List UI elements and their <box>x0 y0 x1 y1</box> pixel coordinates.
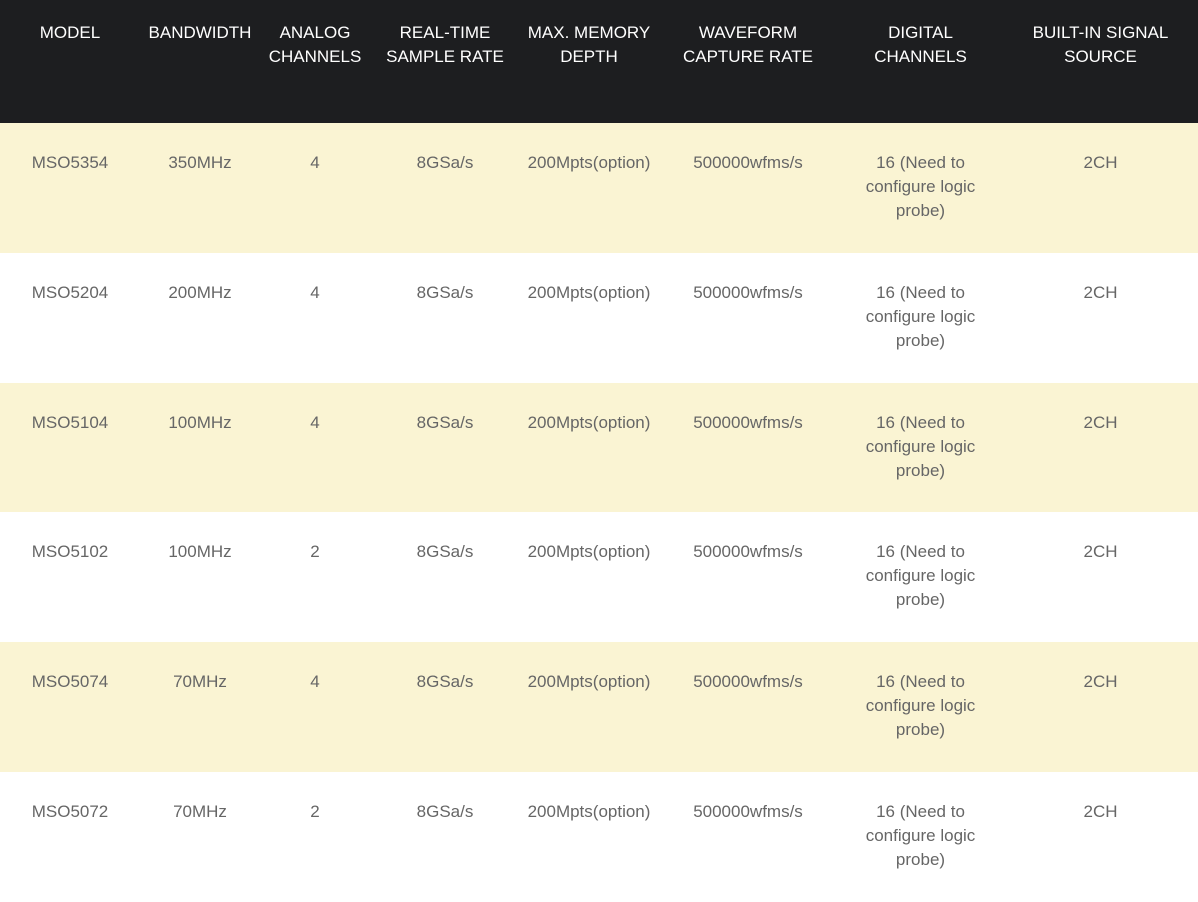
cell-sample-rate: 8GSa/s <box>370 512 520 643</box>
table-row: MSO5072 70MHz 2 8GSa/s 200Mpts(option) 5… <box>0 771 1198 902</box>
cell-analog-channels: 2 <box>260 512 370 643</box>
cell-signal-source: 2CH <box>1003 123 1198 253</box>
cell-sample-rate: 8GSa/s <box>370 771 520 902</box>
cell-digital-channels: 16 (Need to configure logic probe) <box>838 382 1003 513</box>
table-row: MSO5204 200MHz 4 8GSa/s 200Mpts(option) … <box>0 252 1198 383</box>
header-analog-channels: ANALOG CHANNELS <box>260 0 370 123</box>
cell-model: MSO5354 <box>0 123 140 253</box>
cell-digital-channels: 16 (Need to configure logic probe) <box>838 642 1003 772</box>
cell-signal-source: 2CH <box>1003 382 1198 513</box>
cell-analog-channels: 4 <box>260 252 370 383</box>
cell-sample-rate: 8GSa/s <box>370 382 520 513</box>
cell-capture-rate: 500000wfms/s <box>658 642 838 772</box>
cell-sample-rate: 8GSa/s <box>370 642 520 772</box>
cell-bandwidth: 70MHz <box>140 642 260 772</box>
cell-bandwidth: 200MHz <box>140 252 260 383</box>
cell-model: MSO5102 <box>0 512 140 643</box>
cell-bandwidth: 350MHz <box>140 123 260 253</box>
cell-bandwidth: 100MHz <box>140 512 260 643</box>
cell-model: MSO5074 <box>0 642 140 772</box>
cell-sample-rate: 8GSa/s <box>370 252 520 383</box>
cell-model: MSO5104 <box>0 382 140 513</box>
cell-digital-channels: 16 (Need to configure logic probe) <box>838 252 1003 383</box>
cell-digital-channels: 16 (Need to configure logic probe) <box>838 512 1003 643</box>
cell-analog-channels: 4 <box>260 382 370 513</box>
cell-memory-depth: 200Mpts(option) <box>520 382 658 513</box>
cell-capture-rate: 500000wfms/s <box>658 252 838 383</box>
cell-memory-depth: 200Mpts(option) <box>520 771 658 902</box>
cell-capture-rate: 500000wfms/s <box>658 382 838 513</box>
cell-capture-rate: 500000wfms/s <box>658 771 838 902</box>
spec-comparison-table: MODEL BANDWIDTH ANALOG CHANNELS REAL-TIM… <box>0 0 1198 902</box>
cell-analog-channels: 4 <box>260 642 370 772</box>
cell-signal-source: 2CH <box>1003 771 1198 902</box>
table-header: MODEL BANDWIDTH ANALOG CHANNELS REAL-TIM… <box>0 0 1198 123</box>
header-memory-depth: MAX. MEMORY DEPTH <box>520 0 658 123</box>
cell-analog-channels: 4 <box>260 123 370 253</box>
cell-digital-channels: 16 (Need to configure logic probe) <box>838 123 1003 253</box>
cell-bandwidth: 100MHz <box>140 382 260 513</box>
table-row: MSO5354 350MHz 4 8GSa/s 200Mpts(option) … <box>0 123 1198 253</box>
cell-bandwidth: 70MHz <box>140 771 260 902</box>
cell-capture-rate: 500000wfms/s <box>658 512 838 643</box>
cell-analog-channels: 2 <box>260 771 370 902</box>
cell-memory-depth: 200Mpts(option) <box>520 512 658 643</box>
cell-signal-source: 2CH <box>1003 252 1198 383</box>
table-row: MSO5074 70MHz 4 8GSa/s 200Mpts(option) 5… <box>0 642 1198 772</box>
header-row: MODEL BANDWIDTH ANALOG CHANNELS REAL-TIM… <box>0 0 1198 123</box>
cell-memory-depth: 200Mpts(option) <box>520 123 658 253</box>
header-signal-source: BUILT-IN SIGNAL SOURCE <box>1003 0 1198 123</box>
cell-memory-depth: 200Mpts(option) <box>520 252 658 383</box>
cell-signal-source: 2CH <box>1003 642 1198 772</box>
cell-digital-channels: 16 (Need to configure logic probe) <box>838 771 1003 902</box>
cell-memory-depth: 200Mpts(option) <box>520 642 658 772</box>
table-body: MSO5354 350MHz 4 8GSa/s 200Mpts(option) … <box>0 123 1198 902</box>
cell-model: MSO5204 <box>0 252 140 383</box>
cell-signal-source: 2CH <box>1003 512 1198 643</box>
table-row: MSO5102 100MHz 2 8GSa/s 200Mpts(option) … <box>0 512 1198 643</box>
header-model: MODEL <box>0 0 140 123</box>
header-capture-rate: WAVEFORM CAPTURE RATE <box>658 0 838 123</box>
cell-sample-rate: 8GSa/s <box>370 123 520 253</box>
table-row: MSO5104 100MHz 4 8GSa/s 200Mpts(option) … <box>0 382 1198 513</box>
header-sample-rate: REAL-TIME SAMPLE RATE <box>370 0 520 123</box>
header-digital-channels: DIGITAL CHANNELS <box>838 0 1003 123</box>
cell-model: MSO5072 <box>0 771 140 902</box>
header-bandwidth: BANDWIDTH <box>140 0 260 123</box>
cell-capture-rate: 500000wfms/s <box>658 123 838 253</box>
